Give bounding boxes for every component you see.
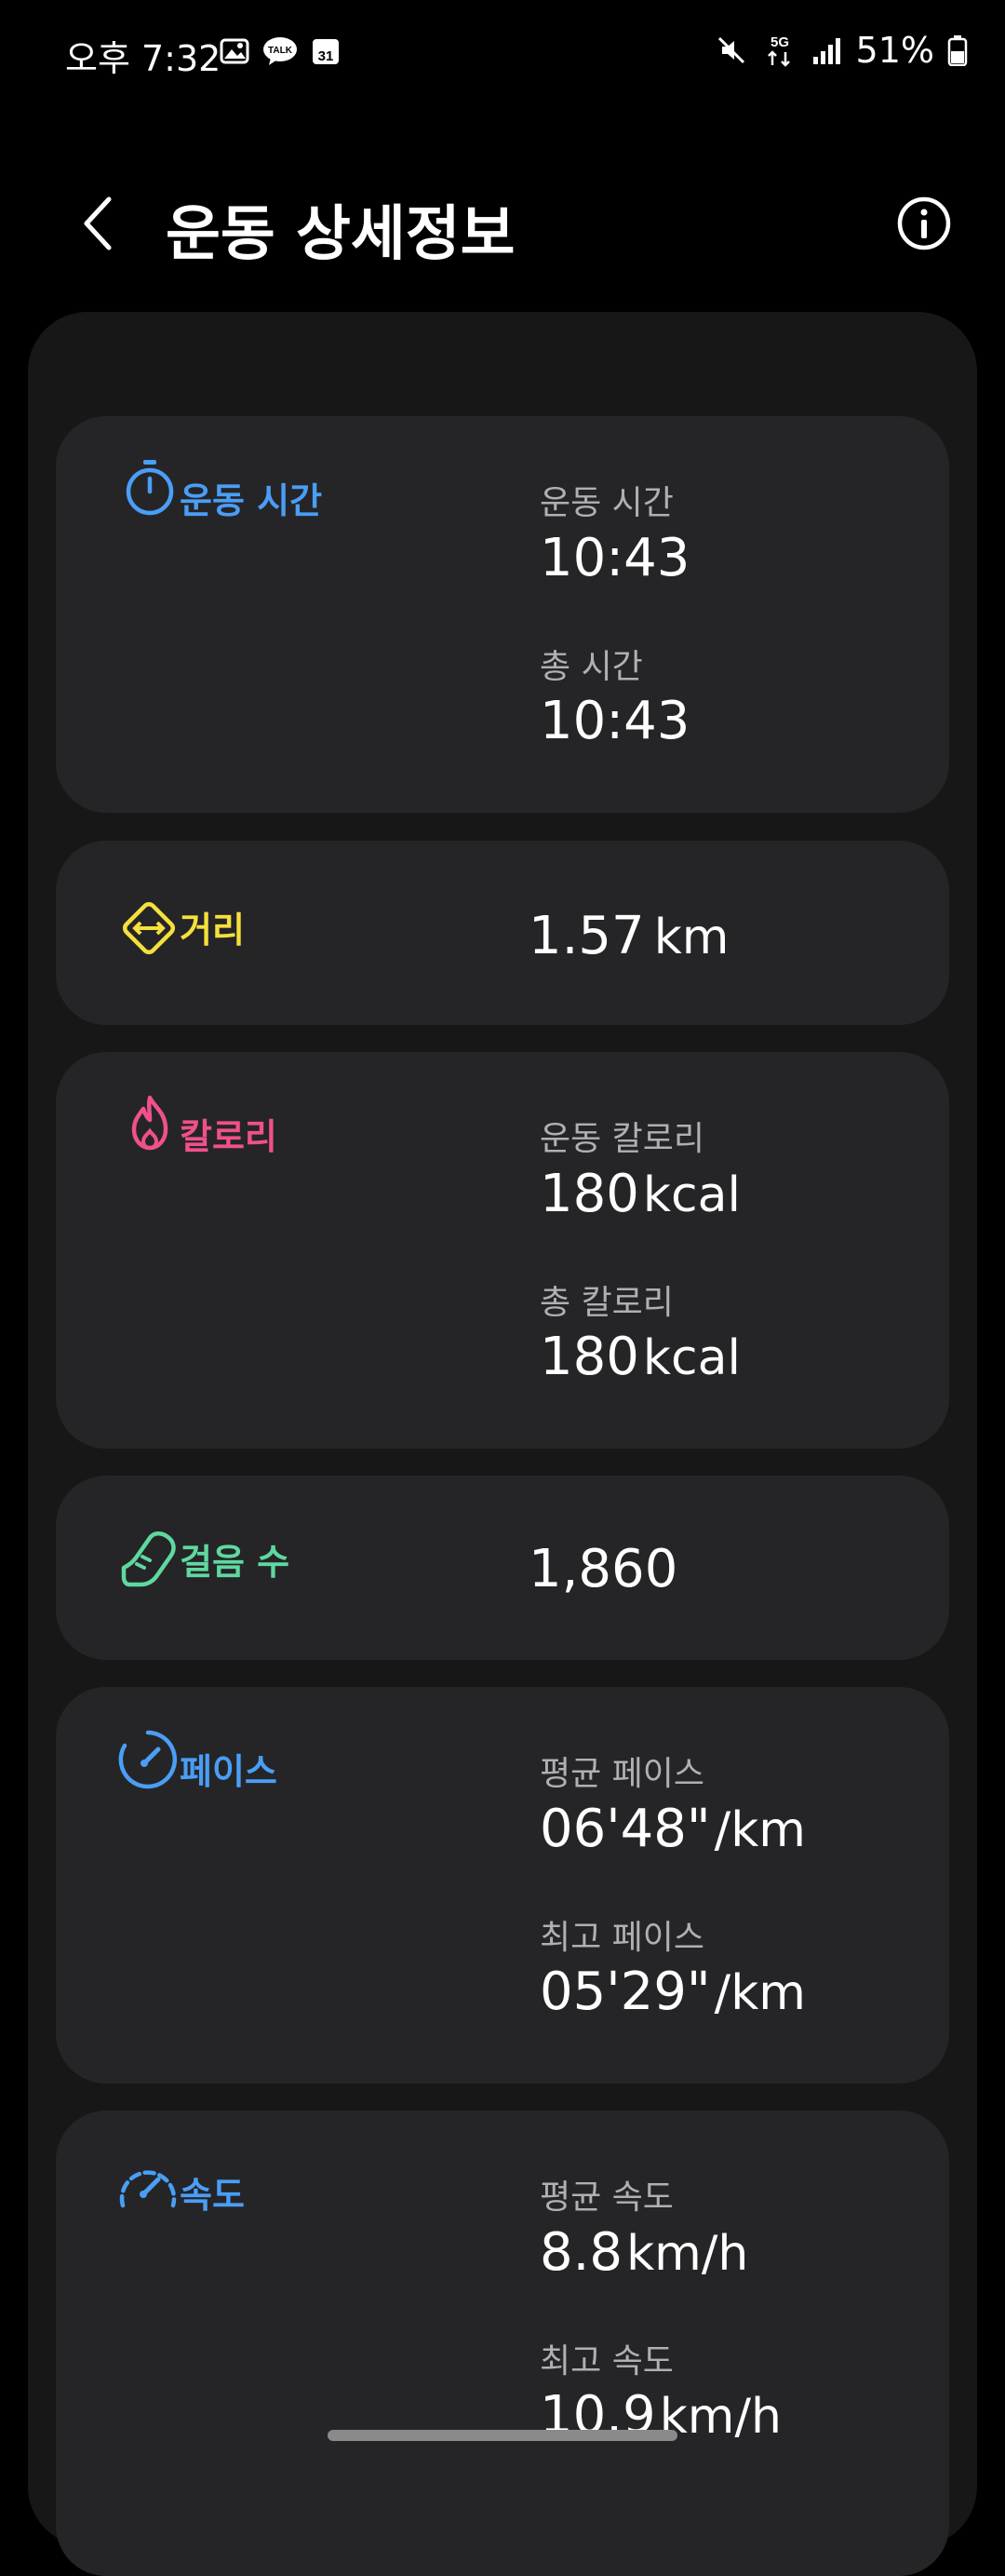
distance-value: 1.57 km	[529, 906, 729, 966]
notification-icons: TALK 31	[219, 35, 342, 67]
best-pace-unit: /km	[714, 1965, 806, 2021]
network-5g-icon: 5G	[767, 34, 790, 67]
info-icon	[897, 196, 951, 250]
svg-text:TALK: TALK	[268, 46, 293, 56]
gallery-icon	[220, 38, 249, 64]
svg-text:31: 31	[318, 48, 334, 64]
avg-speed-value: 8.8km/h	[540, 2222, 748, 2283]
page-title: 운동 상세정보	[166, 200, 516, 269]
pace-label: 페이스	[180, 1751, 277, 1792]
pace-card: 페이스 평균 페이스 06'48"/km 최고 페이스 05'29"/km	[56, 1687, 949, 2084]
distance-label: 거리	[180, 910, 245, 951]
active-time-label: 운동 시간	[540, 484, 674, 522]
speedometer-icon	[119, 2170, 177, 2208]
calories-card: 칼로리 운동 칼로리 180kcal 총 칼로리 180kcal	[56, 1052, 949, 1449]
avg-pace-value: 06'48"/km	[540, 1799, 806, 1859]
pace-gauge-icon	[118, 1730, 178, 1789]
total-time-value: 10:43	[540, 691, 690, 751]
best-pace-label: 최고 페이스	[540, 1919, 705, 1957]
calendar-icon: 31	[313, 39, 339, 64]
speed-card: 속도 평균 속도 8.8km/h 최고 속도 10.9km/h	[56, 2111, 949, 2576]
avg-speed-unit: km/h	[626, 2226, 749, 2282]
avg-pace-label: 평균 페이스	[540, 1755, 705, 1793]
svg-text:5G: 5G	[770, 34, 789, 50]
distance-card: 거리 1.57 km	[56, 841, 949, 1025]
app-bar: 운동 상세정보	[0, 168, 1005, 279]
steps-card: 걸음 수 1,860	[56, 1476, 949, 1660]
back-button[interactable]	[65, 191, 130, 256]
active-time-value: 10:43	[540, 528, 690, 588]
speed-label: 속도	[180, 2175, 245, 2216]
active-calories-number: 180	[540, 1164, 639, 1224]
workout-details-panel: 운동 시간 운동 시간 10:43 총 시간 10:43 거리 1.57 km 칼…	[28, 312, 977, 2576]
avg-pace-unit: /km	[714, 1802, 806, 1858]
battery-percent: 51%	[855, 30, 934, 71]
back-arrow-icon	[84, 196, 112, 250]
system-icons: 5G 51%	[715, 30, 968, 71]
stopwatch-icon	[126, 460, 174, 516]
info-button[interactable]	[891, 191, 957, 256]
calories-label: 칼로리	[180, 1116, 277, 1157]
shoe-icon	[121, 1531, 176, 1587]
total-calories-number: 180	[540, 1327, 639, 1387]
avg-speed-number: 8.8	[540, 2222, 623, 2283]
best-pace-value: 05'29"/km	[540, 1962, 806, 2022]
total-calories-unit: kcal	[642, 1330, 741, 1386]
signal-icon	[812, 38, 840, 64]
total-calories-value: 180kcal	[540, 1327, 741, 1387]
max-speed-unit: km/h	[659, 2389, 782, 2445]
distance-number: 1.57	[529, 906, 645, 966]
steps-label: 걸음 수	[180, 1542, 290, 1583]
total-time-label: 총 시간	[540, 648, 643, 686]
distance-icon	[122, 901, 176, 955]
flame-icon	[131, 1095, 168, 1151]
mute-icon	[717, 36, 744, 64]
battery-icon	[947, 35, 968, 66]
status-bar: 오후 7:32 TALK 31 5G 51%	[0, 0, 1005, 102]
distance-unit: km	[653, 910, 730, 965]
total-calories-label: 총 칼로리	[540, 1284, 674, 1322]
kakaotalk-icon: TALK	[263, 37, 297, 65]
active-calories-unit: kcal	[642, 1167, 741, 1223]
avg-speed-label: 평균 속도	[540, 2178, 674, 2217]
steps-value: 1,860	[529, 1539, 678, 1599]
status-time: 오후 7:32	[65, 38, 221, 79]
workout-time-card: 운동 시간 운동 시간 10:43 총 시간 10:43	[56, 416, 949, 813]
best-pace-number: 05'29"	[540, 1962, 711, 2022]
avg-pace-number: 06'48"	[540, 1799, 711, 1859]
active-calories-value: 180kcal	[540, 1164, 741, 1224]
active-calories-label: 운동 칼로리	[540, 1120, 705, 1158]
workout-time-label: 운동 시간	[180, 480, 323, 521]
max-speed-label: 최고 속도	[540, 2342, 674, 2380]
home-indicator[interactable]	[328, 2430, 677, 2441]
